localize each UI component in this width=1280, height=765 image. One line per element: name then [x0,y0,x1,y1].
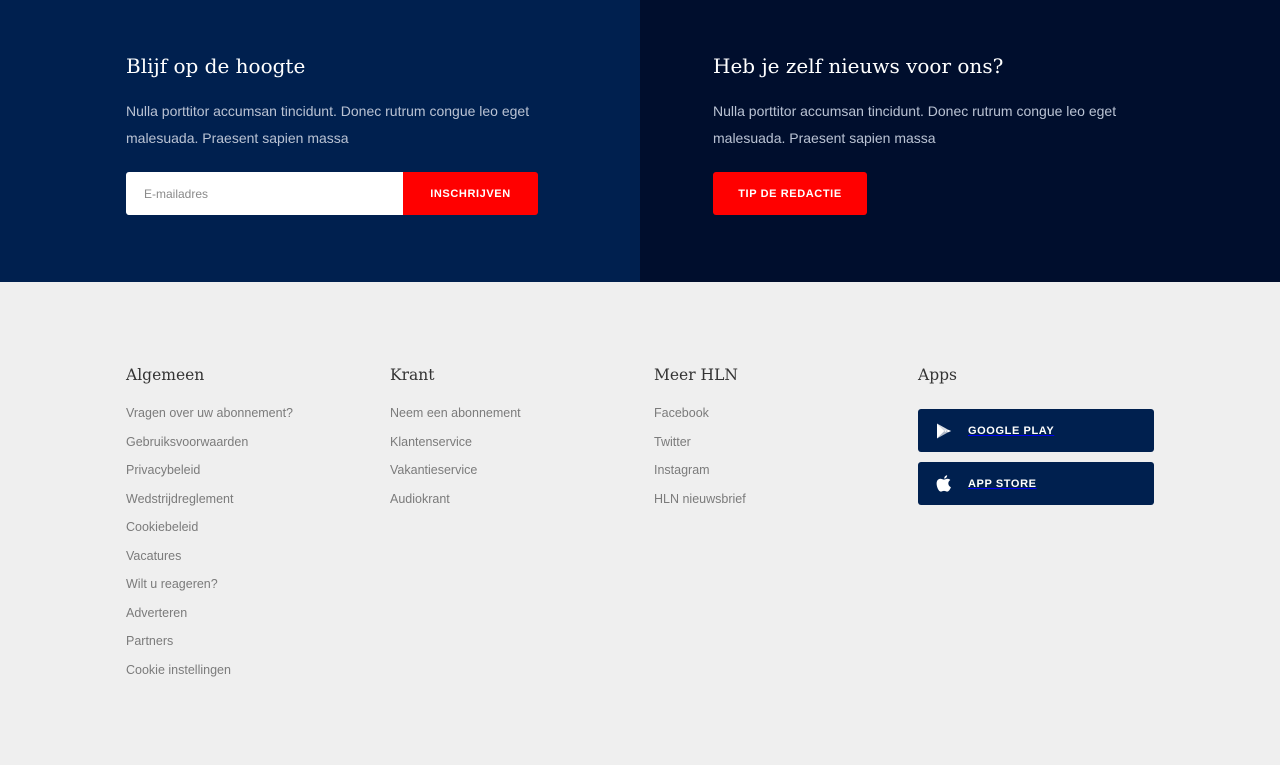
footer-column-algemeen: Algemeen Vragen over uw abonnement? Gebr… [126,366,293,689]
email-input[interactable] [126,172,403,215]
newsletter-form: INSCHRIJVEN [126,172,538,215]
google-play-icon [934,421,954,441]
subscribe-button[interactable]: INSCHRIJVEN [403,172,538,215]
footer-list-item: Facebook [654,404,746,433]
tip-text: Nulla porttitor accumsan tincidunt. Done… [713,103,1117,146]
footer-link[interactable]: Wilt u reageren? [126,577,218,591]
app-store-label: APP STORE [968,477,1037,490]
footer-list-item: Neem een abonnement [390,404,521,433]
footer-list-item: Vragen over uw abonnement? [126,404,293,433]
footer-link[interactable]: Adverteren [126,606,187,620]
footer-link[interactable]: Gebruiksvoorwaarden [126,435,248,449]
footer-heading-apps: Apps [918,366,957,384]
footer-link[interactable]: Klantenservice [390,435,472,449]
newsletter-panel: Blijf op de hoogte Nulla porttitor accum… [0,0,640,282]
app-store-button[interactable]: APP STORE [918,462,1154,505]
apple-icon [934,474,954,494]
footer-list-item: Wilt u reageren? [126,575,293,604]
tip-title: Heb je zelf nieuws voor ons? [713,54,1004,78]
footer-list-item: Adverteren [126,604,293,633]
tip-panel: Heb je zelf nieuws voor ons? Nulla portt… [640,0,1280,282]
footer-link[interactable]: Partners [126,634,173,648]
footer-heading-meer-hln: Meer HLN [654,366,738,384]
footer-link[interactable]: HLN nieuwsbrief [654,492,746,506]
footer-list-item: Partners [126,632,293,661]
google-play-label: GOOGLE PLAY [968,424,1055,437]
footer-list-item: Wedstrijdreglement [126,490,293,519]
newsletter-text: Nulla porttitor accumsan tincidunt. Done… [126,103,530,146]
footer-list-item: Instagram [654,461,746,490]
footer-link[interactable]: Audiokrant [390,492,450,506]
footer-list-item: Cookie instellingen [126,661,293,690]
footer-list-item: Audiokrant [390,490,521,519]
footer-list-item: Twitter [654,433,746,462]
footer-link[interactable]: Vacatures [126,549,181,563]
top-banner: Blijf op de hoogte Nulla porttitor accum… [0,0,1280,282]
footer-link[interactable]: Vragen over uw abonnement? [126,406,293,420]
footer-column-meer-hln: Meer HLN Facebook Twitter Instagram HLN … [654,366,746,518]
newsletter-title: Blijf op de hoogte [126,54,306,78]
footer-link[interactable]: Instagram [654,463,710,477]
footer-list-item: Vakantieservice [390,461,521,490]
footer-list-item: Gebruiksvoorwaarden [126,433,293,462]
footer-links-krant: Neem een abonnement Klantenservice Vakan… [390,404,521,518]
footer-link[interactable]: Privacybeleid [126,463,200,477]
footer-link[interactable]: Twitter [654,435,691,449]
footer-heading-algemeen: Algemeen [126,366,205,384]
footer-link[interactable]: Cookiebeleid [126,520,198,534]
footer-link[interactable]: Wedstrijdreglement [126,492,233,506]
footer-links-algemeen: Vragen over uw abonnement? Gebruiksvoorw… [126,404,293,689]
footer-link[interactable]: Facebook [654,406,709,420]
footer-column-apps: Apps [918,366,957,404]
footer-list-item: Vacatures [126,547,293,576]
tip-button[interactable]: TIP DE REDACTIE [713,172,867,215]
footer-list-item: Privacybeleid [126,461,293,490]
footer-link[interactable]: Cookie instellingen [126,663,231,677]
footer-heading-krant: Krant [390,366,435,384]
footer-link[interactable]: Vakantieservice [390,463,477,477]
footer-list-item: HLN nieuwsbrief [654,490,746,519]
google-play-button[interactable]: GOOGLE PLAY [918,409,1154,452]
footer-link[interactable]: Neem een abonnement [390,406,521,420]
footer-list-item: Klantenservice [390,433,521,462]
footer-list-item: Cookiebeleid [126,518,293,547]
footer-links-meer-hln: Facebook Twitter Instagram HLN nieuwsbri… [654,404,746,518]
footer-column-krant: Krant Neem een abonnement Klantenservice… [390,366,521,518]
